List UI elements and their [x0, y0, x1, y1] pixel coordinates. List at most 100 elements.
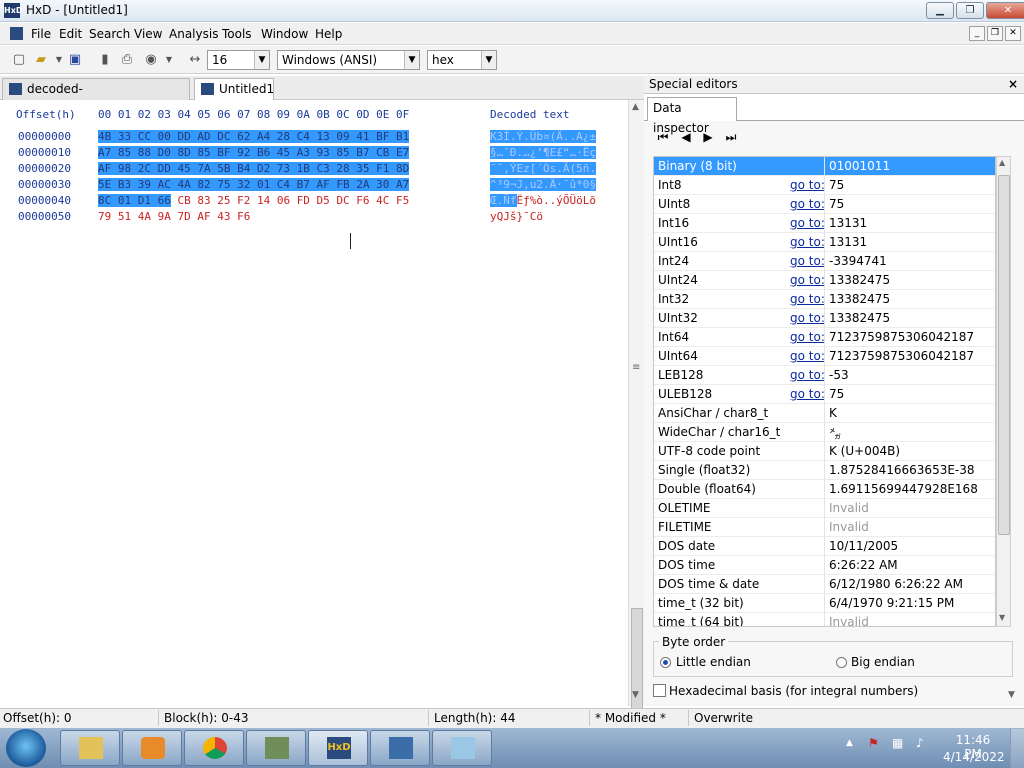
- action-center-icon[interactable]: ⚑: [868, 736, 879, 750]
- goto-link[interactable]: go to:: [790, 368, 825, 382]
- decoded-row[interactable]: §…ˆÐ.…¿’¶E£“…·Ëç: [490, 146, 596, 159]
- last-icon[interactable]: ⏭: [723, 129, 739, 145]
- menu-search[interactable]: Search: [89, 27, 130, 41]
- inspector-value[interactable]: 75: [829, 178, 844, 192]
- selected-text[interactable]: K3Ì.Ý.Üb¤(Ä..A¿±: [490, 130, 596, 143]
- taskbar-app[interactable]: [246, 730, 306, 766]
- decoded-row[interactable]: ^³9¬J‚u2.Ä·¯û*0§: [490, 178, 596, 191]
- settings-dropdown-icon[interactable]: ▼: [160, 51, 178, 69]
- inspector-value[interactable]: Invalid: [829, 615, 869, 626]
- hex-row[interactable]: 5E B3 39 AC 4A 82 75 32 01 C4 B7 AF FB 2…: [98, 178, 410, 191]
- inspector-row[interactable]: UInt8 go to: 75: [654, 195, 995, 214]
- bytes-per-row-select[interactable]: 16 ▼: [207, 50, 270, 70]
- inspector-value[interactable]: -53: [829, 368, 849, 382]
- inspector-value[interactable]: 7123759875306042187: [829, 349, 974, 363]
- inspector-value[interactable]: 6/12/1980 6:26:22 AM: [829, 577, 963, 591]
- close-icon[interactable]: ×: [1008, 77, 1018, 91]
- new-file-icon[interactable]: ▢: [10, 51, 28, 69]
- goto-link[interactable]: go to:: [790, 235, 825, 249]
- inspector-row[interactable]: Int64 go to: 7123759875306042187: [654, 328, 995, 347]
- inspector-row[interactable]: Int8 go to: 75: [654, 176, 995, 195]
- chevron-down-icon[interactable]: ▼: [254, 51, 269, 69]
- show-hidden-icons-icon[interactable]: ▲: [846, 738, 853, 748]
- selected-bytes[interactable]: 8C 01 D1 66: [98, 194, 171, 207]
- start-button[interactable]: [6, 729, 46, 767]
- little-endian-radio[interactable]: [660, 657, 671, 668]
- taskbar-chrome[interactable]: [184, 730, 244, 766]
- panel-scroll-down-icon[interactable]: ▼: [1008, 690, 1015, 700]
- inspector-row[interactable]: OLETIME Invalid: [654, 499, 995, 518]
- inspector-row[interactable]: UInt64 go to: 7123759875306042187: [654, 347, 995, 366]
- inspector-value[interactable]: 13382475: [829, 273, 890, 287]
- selected-text[interactable]: ¯˜,ÝEz[´Òs.Ã(5ñ.: [490, 162, 596, 175]
- tab-data-inspector[interactable]: Data inspector: [647, 97, 737, 135]
- menu-view[interactable]: View: [134, 27, 162, 41]
- tab-untitled1[interactable]: Untitled1: [194, 78, 274, 100]
- inspector-value[interactable]: 13131: [829, 216, 867, 230]
- hex-row[interactable]: 8C 01 D1 66 CB 83 25 F2 14 06 FD D5 DC F…: [98, 194, 409, 207]
- goto-link[interactable]: go to:: [790, 197, 825, 211]
- inspector-value[interactable]: 10/11/2005: [829, 539, 898, 553]
- settings-icon[interactable]: ◉: [142, 51, 160, 69]
- goto-link[interactable]: go to:: [790, 216, 825, 230]
- little-endian-label[interactable]: Little endian: [676, 655, 751, 669]
- mdi-minimize-button[interactable]: _: [969, 26, 985, 41]
- menu-edit[interactable]: Edit: [59, 27, 82, 41]
- inspector-row[interactable]: AnsiChar / char8_t K: [654, 404, 995, 423]
- decoded-row[interactable]: yQJš}¯Cö: [490, 210, 543, 223]
- volume-icon[interactable]: ♪: [916, 736, 924, 750]
- inspector-scrollbar[interactable]: ▲ ▼: [996, 156, 1011, 627]
- scroll-grip-icon[interactable]: ≡: [632, 362, 640, 373]
- previous-icon[interactable]: ◀: [678, 129, 694, 145]
- menu-window[interactable]: Window: [261, 27, 308, 41]
- maximize-button[interactable]: ❐: [956, 2, 984, 19]
- inspector-value[interactable]: 13382475: [829, 292, 890, 306]
- taskbar-hxd[interactable]: HxD: [308, 730, 368, 766]
- hex-row[interactable]: AF 98 2C DD 45 7A 5B B4 D2 73 1B C3 28 3…: [98, 162, 410, 175]
- inspector-row[interactable]: UInt32 go to: 13382475: [654, 309, 995, 328]
- network-icon[interactable]: ▦: [892, 736, 903, 750]
- decoded-row[interactable]: ¯˜,ÝEz[´Òs.Ã(5ñ.: [490, 162, 596, 175]
- encoding-select[interactable]: Windows (ANSI) ▼: [277, 50, 420, 70]
- scroll-up-icon[interactable]: ▲: [632, 102, 639, 112]
- inspector-value[interactable]: 75: [829, 387, 844, 401]
- taskbar-app2[interactable]: [370, 730, 430, 766]
- hex-basis-checkbox[interactable]: [653, 684, 666, 697]
- inspector-value[interactable]: 75: [829, 197, 844, 211]
- goto-link[interactable]: go to:: [790, 178, 825, 192]
- selected-bytes[interactable]: AF 98 2C DD 45 7A 5B B4 D2 73 1B C3 28 3…: [98, 162, 410, 175]
- inspector-value[interactable]: 1.87528416663653E-38: [829, 463, 975, 477]
- selected-bytes[interactable]: A7 85 88 D0 8D 85 BF 92 B6 45 A3 93 85 B…: [98, 146, 410, 159]
- goto-link[interactable]: go to:: [790, 330, 825, 344]
- mdi-close-button[interactable]: ✕: [1005, 26, 1021, 41]
- inspector-value[interactable]: K: [829, 406, 837, 420]
- close-button[interactable]: ✕: [986, 2, 1024, 19]
- clock-date[interactable]: 4/14/2022: [943, 750, 1005, 764]
- inspector-row[interactable]: WideChar / char16_t ㍋: [654, 423, 995, 442]
- inspector-row[interactable]: Double (float64) 1.69115699447928E168: [654, 480, 995, 499]
- mdi-restore-button[interactable]: ❐: [987, 26, 1003, 41]
- hex-basis-label[interactable]: Hexadecimal basis (for integral numbers): [669, 684, 918, 698]
- document-icon[interactable]: [10, 27, 23, 40]
- chevron-down-icon[interactable]: ▼: [404, 51, 419, 69]
- inspector-row[interactable]: Int32 go to: 13382475: [654, 290, 995, 309]
- display-mode-select[interactable]: hex ▼: [427, 50, 497, 70]
- minimize-button[interactable]: ▁: [926, 2, 954, 19]
- menu-tools[interactable]: Tools: [222, 27, 252, 41]
- taskbar-media-player[interactable]: [122, 730, 182, 766]
- taskbar-explorer[interactable]: [60, 730, 120, 766]
- hex-row[interactable]: A7 85 88 D0 8D 85 BF 92 B6 45 A3 93 85 B…: [98, 146, 410, 159]
- inspector-row[interactable]: LEB128 go to: -53: [654, 366, 995, 385]
- inspector-row[interactable]: Single (float32) 1.87528416663653E-38: [654, 461, 995, 480]
- show-desktop-button[interactable]: [1010, 729, 1024, 768]
- decoded-row[interactable]: Œ.ÑfËƒ%ò..ýÕÜöLõ: [490, 194, 596, 207]
- menu-file[interactable]: File: [31, 27, 51, 41]
- next-icon[interactable]: ▶: [700, 129, 716, 145]
- inspector-value[interactable]: 7123759875306042187: [829, 330, 974, 344]
- goto-link[interactable]: go to:: [790, 254, 825, 268]
- unselected-bytes[interactable]: CB 83 25 F2 14 06 FD D5 DC F6 4C F5: [171, 194, 409, 207]
- inspector-value[interactable]: -3394741: [829, 254, 887, 268]
- inspector-row[interactable]: DOS time & date 6/12/1980 6:26:22 AM: [654, 575, 995, 594]
- open-folder-icon[interactable]: ▰: [32, 51, 50, 69]
- goto-link[interactable]: go to:: [790, 273, 825, 287]
